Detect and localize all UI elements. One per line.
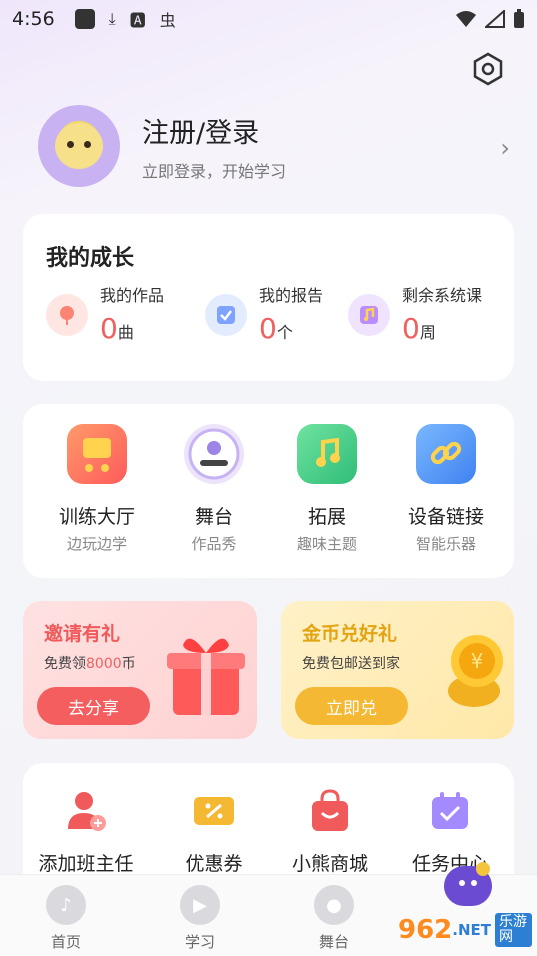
works-icon — [46, 294, 88, 336]
square-icon — [74, 9, 95, 29]
feature-sub: 边玩边学 — [66, 535, 127, 553]
nav-label: 舞台 — [318, 933, 349, 951]
tool-task-center[interactable]: 任务中心 — [385, 789, 515, 876]
stat-unit: 个 — [276, 323, 293, 342]
add-teacher-icon — [64, 789, 108, 833]
coupon-icon — [192, 789, 236, 833]
feature-label: 舞台 — [194, 506, 233, 528]
invite-title: 邀请有礼 — [44, 623, 121, 645]
stat-label: 我的作品 — [100, 286, 165, 305]
tool-coupon[interactable]: 优惠券 — [149, 789, 279, 876]
status-bar: 4:56 ⤓ 🅰 虫 — [0, 0, 537, 38]
tool-label: 优惠券 — [185, 853, 243, 875]
download-icon: ⤓ — [108, 9, 116, 28]
extension-icon — [297, 424, 357, 484]
features-card: 训练大厅 边玩边学 舞台 作品秀 拓展 趣味主题 设备链接 智能乐器 — [23, 404, 514, 578]
coin-subtitle: 免费包邮送到家 — [302, 656, 400, 672]
growth-card: 我的成长 我的作品 0曲 我的报告 0个 剩余系统课 0周 — [23, 214, 514, 381]
status-icons-right — [455, 9, 525, 29]
watermark-logo: 962 — [398, 915, 453, 945]
growth-title: 我的成长 — [46, 246, 135, 271]
feature-stage[interactable]: 舞台 作品秀 — [154, 424, 274, 554]
stat-course[interactable]: 剩余系统课 0周 — [348, 282, 482, 345]
nav-home[interactable]: ♪ 首页 — [21, 885, 111, 952]
feature-label: 设备链接 — [407, 506, 484, 528]
stage-icon — [184, 424, 244, 484]
watermark-suffix: .NET — [452, 921, 492, 939]
gold-coin-icon: ¥ — [448, 635, 503, 707]
svg-text:¥: ¥ — [471, 649, 484, 673]
invite-promo-card[interactable]: 邀请有礼 免费领8000币 去分享 — [23, 601, 257, 739]
report-icon — [205, 294, 247, 336]
nav-stage[interactable]: ● 舞台 — [289, 885, 379, 952]
feature-label: 训练大厅 — [58, 506, 135, 528]
tool-add-teacher[interactable]: 添加班主任 — [21, 789, 151, 876]
tool-label: 添加班主任 — [38, 853, 134, 875]
coin-title: 金币兑好礼 — [302, 623, 398, 645]
login-title[interactable]: 注册/登录 — [142, 111, 286, 150]
stat-label: 我的报告 — [259, 286, 324, 305]
status-icons-left: ⤓ 🅰 虫 — [74, 7, 176, 31]
stat-report[interactable]: 我的报告 0个 — [205, 282, 323, 345]
feature-training-hall[interactable]: 训练大厅 边玩边学 — [37, 424, 157, 554]
invite-subtitle: 免费领8000币 — [44, 656, 136, 672]
chevron-right-icon[interactable]: › — [500, 134, 510, 162]
bug-icon: 虫 — [159, 11, 176, 30]
status-time: 4:56 — [12, 8, 55, 30]
gift-box-icon — [167, 638, 245, 715]
feature-sub: 作品秀 — [191, 535, 237, 553]
watermark-text: 乐游网 — [495, 912, 532, 948]
tool-mall[interactable]: 小熊商城 — [265, 789, 395, 876]
stat-works[interactable]: 我的作品 0曲 — [46, 282, 164, 345]
nav-label: 首页 — [50, 933, 81, 951]
watermark: 962 .NET 乐游网 — [398, 908, 532, 952]
nav-study[interactable]: ▶ 学习 — [155, 885, 245, 952]
feature-sub: 智能乐器 — [415, 535, 476, 553]
exchange-button[interactable]: 立即兑 — [295, 687, 408, 725]
home-icon: ♪ — [46, 885, 86, 925]
nav-label: 学习 — [184, 933, 215, 951]
feature-device-link[interactable]: 设备链接 智能乐器 — [386, 424, 506, 554]
stat-value: 0 — [402, 312, 420, 345]
training-hall-icon — [67, 424, 127, 484]
feature-sub: 趣味主题 — [296, 535, 357, 553]
study-icon: ▶ — [180, 885, 220, 925]
feature-label: 拓展 — [307, 506, 346, 528]
login-subtitle: 立即登录，开始学习 — [142, 161, 287, 181]
stat-value: 0 — [259, 312, 277, 345]
bear-ear-decoration — [476, 862, 490, 876]
stat-value: 0 — [100, 312, 118, 345]
coin-exchange-promo-card[interactable]: 金币兑好礼 免费包邮送到家 立即兑 ¥ — [281, 601, 514, 739]
a-icon: 🅰 — [129, 11, 146, 30]
stage-nav-icon: ● — [314, 885, 354, 925]
device-link-icon — [416, 424, 476, 484]
bear-avatar-icon — [55, 123, 103, 169]
signal-icon — [485, 10, 505, 28]
avatar[interactable] — [38, 105, 120, 187]
wifi-icon — [456, 11, 476, 27]
settings-button[interactable] — [469, 50, 507, 88]
mall-icon — [308, 789, 352, 833]
settings-icon — [473, 52, 503, 86]
profile-login-row[interactable]: 注册/登录 立即登录，开始学习 › — [38, 104, 518, 188]
share-button[interactable]: 去分享 — [37, 687, 150, 725]
tool-label: 小熊商城 — [291, 853, 368, 875]
stat-unit: 曲 — [117, 323, 134, 342]
course-icon — [348, 294, 390, 336]
profile-text: 注册/登录 立即登录，开始学习 — [142, 111, 286, 182]
task-center-icon — [428, 789, 472, 833]
stat-label: 剩余系统课 — [402, 286, 483, 305]
stat-unit: 周 — [419, 323, 436, 342]
battery-icon — [514, 9, 524, 28]
feature-extension[interactable]: 拓展 趣味主题 — [267, 424, 387, 554]
